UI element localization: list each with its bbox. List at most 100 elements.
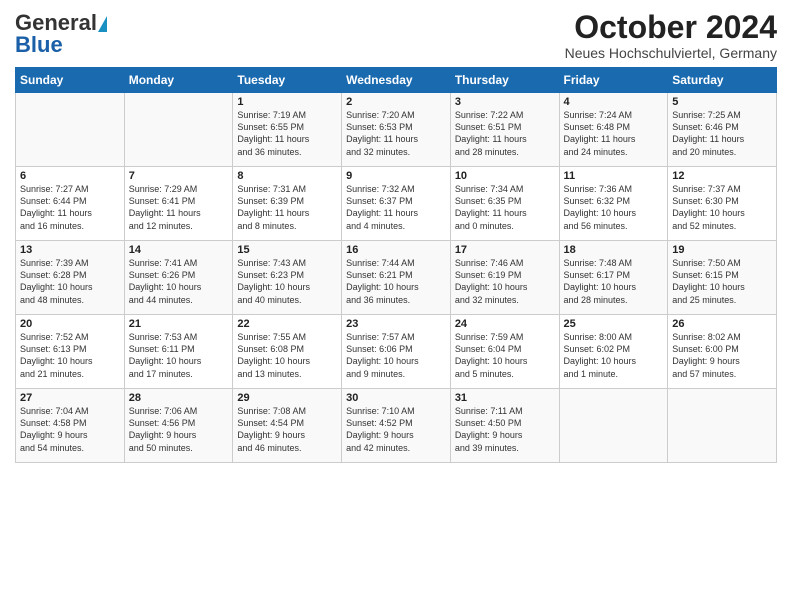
header-cell-sunday: Sunday — [16, 68, 125, 93]
cell-content: Sunrise: 7:08 AM Sunset: 4:54 PM Dayligh… — [237, 405, 337, 454]
week-row-3: 13Sunrise: 7:39 AM Sunset: 6:28 PM Dayli… — [16, 241, 777, 315]
calendar-cell: 31Sunrise: 7:11 AM Sunset: 4:50 PM Dayli… — [450, 389, 559, 463]
calendar-cell: 13Sunrise: 7:39 AM Sunset: 6:28 PM Dayli… — [16, 241, 125, 315]
week-row-4: 20Sunrise: 7:52 AM Sunset: 6:13 PM Dayli… — [16, 315, 777, 389]
day-number: 6 — [20, 170, 120, 182]
cell-content: Sunrise: 7:59 AM Sunset: 6:04 PM Dayligh… — [455, 331, 555, 380]
calendar-cell: 18Sunrise: 7:48 AM Sunset: 6:17 PM Dayli… — [559, 241, 668, 315]
cell-content: Sunrise: 7:04 AM Sunset: 4:58 PM Dayligh… — [20, 405, 120, 454]
day-number: 31 — [455, 392, 555, 404]
day-number: 28 — [129, 392, 229, 404]
calendar-cell: 28Sunrise: 7:06 AM Sunset: 4:56 PM Dayli… — [124, 389, 233, 463]
logo-triangle-icon — [98, 16, 107, 32]
day-number: 4 — [564, 96, 664, 108]
calendar-cell: 22Sunrise: 7:55 AM Sunset: 6:08 PM Dayli… — [233, 315, 342, 389]
cell-content: Sunrise: 7:36 AM Sunset: 6:32 PM Dayligh… — [564, 183, 664, 232]
day-number: 5 — [672, 96, 772, 108]
header-cell-thursday: Thursday — [450, 68, 559, 93]
calendar-cell: 12Sunrise: 7:37 AM Sunset: 6:30 PM Dayli… — [668, 167, 777, 241]
calendar-cell: 4Sunrise: 7:24 AM Sunset: 6:48 PM Daylig… — [559, 93, 668, 167]
week-row-1: 1Sunrise: 7:19 AM Sunset: 6:55 PM Daylig… — [16, 93, 777, 167]
calendar-cell: 5Sunrise: 7:25 AM Sunset: 6:46 PM Daylig… — [668, 93, 777, 167]
calendar-cell: 19Sunrise: 7:50 AM Sunset: 6:15 PM Dayli… — [668, 241, 777, 315]
cell-content: Sunrise: 7:19 AM Sunset: 6:55 PM Dayligh… — [237, 109, 337, 158]
calendar-header: SundayMondayTuesdayWednesdayThursdayFrid… — [16, 68, 777, 93]
week-row-5: 27Sunrise: 7:04 AM Sunset: 4:58 PM Dayli… — [16, 389, 777, 463]
cell-content: Sunrise: 8:00 AM Sunset: 6:02 PM Dayligh… — [564, 331, 664, 380]
cell-content: Sunrise: 7:46 AM Sunset: 6:19 PM Dayligh… — [455, 257, 555, 306]
cell-content: Sunrise: 7:39 AM Sunset: 6:28 PM Dayligh… — [20, 257, 120, 306]
calendar-cell: 3Sunrise: 7:22 AM Sunset: 6:51 PM Daylig… — [450, 93, 559, 167]
day-number: 22 — [237, 318, 337, 330]
day-number: 16 — [346, 244, 446, 256]
header-cell-saturday: Saturday — [668, 68, 777, 93]
header-cell-wednesday: Wednesday — [342, 68, 451, 93]
cell-content: Sunrise: 7:52 AM Sunset: 6:13 PM Dayligh… — [20, 331, 120, 380]
day-number: 1 — [237, 96, 337, 108]
day-number: 11 — [564, 170, 664, 182]
calendar-cell — [16, 93, 125, 167]
day-number: 24 — [455, 318, 555, 330]
cell-content: Sunrise: 7:48 AM Sunset: 6:17 PM Dayligh… — [564, 257, 664, 306]
day-number: 7 — [129, 170, 229, 182]
cell-content: Sunrise: 7:41 AM Sunset: 6:26 PM Dayligh… — [129, 257, 229, 306]
calendar-table: SundayMondayTuesdayWednesdayThursdayFrid… — [15, 67, 777, 463]
cell-content: Sunrise: 7:20 AM Sunset: 6:53 PM Dayligh… — [346, 109, 446, 158]
day-number: 17 — [455, 244, 555, 256]
logo: General Blue — [15, 10, 107, 58]
calendar-cell: 24Sunrise: 7:59 AM Sunset: 6:04 PM Dayli… — [450, 315, 559, 389]
header: General Blue October 2024 Neues Hochschu… — [15, 10, 777, 61]
calendar-cell: 21Sunrise: 7:53 AM Sunset: 6:11 PM Dayli… — [124, 315, 233, 389]
cell-content: Sunrise: 7:43 AM Sunset: 6:23 PM Dayligh… — [237, 257, 337, 306]
cell-content: Sunrise: 7:11 AM Sunset: 4:50 PM Dayligh… — [455, 405, 555, 454]
day-number: 2 — [346, 96, 446, 108]
cell-content: Sunrise: 8:02 AM Sunset: 6:00 PM Dayligh… — [672, 331, 772, 380]
day-number: 27 — [20, 392, 120, 404]
calendar-cell — [668, 389, 777, 463]
calendar-cell: 16Sunrise: 7:44 AM Sunset: 6:21 PM Dayli… — [342, 241, 451, 315]
calendar-cell: 10Sunrise: 7:34 AM Sunset: 6:35 PM Dayli… — [450, 167, 559, 241]
month-title: October 2024 — [565, 10, 777, 45]
header-cell-friday: Friday — [559, 68, 668, 93]
cell-content: Sunrise: 7:31 AM Sunset: 6:39 PM Dayligh… — [237, 183, 337, 232]
calendar-cell: 26Sunrise: 8:02 AM Sunset: 6:00 PM Dayli… — [668, 315, 777, 389]
cell-content: Sunrise: 7:44 AM Sunset: 6:21 PM Dayligh… — [346, 257, 446, 306]
cell-content: Sunrise: 7:50 AM Sunset: 6:15 PM Dayligh… — [672, 257, 772, 306]
calendar-cell: 11Sunrise: 7:36 AM Sunset: 6:32 PM Dayli… — [559, 167, 668, 241]
day-number: 3 — [455, 96, 555, 108]
week-row-2: 6Sunrise: 7:27 AM Sunset: 6:44 PM Daylig… — [16, 167, 777, 241]
calendar-cell: 25Sunrise: 8:00 AM Sunset: 6:02 PM Dayli… — [559, 315, 668, 389]
day-number: 30 — [346, 392, 446, 404]
cell-content: Sunrise: 7:06 AM Sunset: 4:56 PM Dayligh… — [129, 405, 229, 454]
day-number: 18 — [564, 244, 664, 256]
calendar-cell: 7Sunrise: 7:29 AM Sunset: 6:41 PM Daylig… — [124, 167, 233, 241]
calendar-cell: 1Sunrise: 7:19 AM Sunset: 6:55 PM Daylig… — [233, 93, 342, 167]
day-number: 8 — [237, 170, 337, 182]
day-number: 10 — [455, 170, 555, 182]
logo-blue: Blue — [15, 32, 63, 58]
title-block: October 2024 Neues Hochschulviertel, Ger… — [565, 10, 777, 61]
day-number: 15 — [237, 244, 337, 256]
calendar-cell: 23Sunrise: 7:57 AM Sunset: 6:06 PM Dayli… — [342, 315, 451, 389]
calendar-cell: 17Sunrise: 7:46 AM Sunset: 6:19 PM Dayli… — [450, 241, 559, 315]
day-number: 26 — [672, 318, 772, 330]
cell-content: Sunrise: 7:34 AM Sunset: 6:35 PM Dayligh… — [455, 183, 555, 232]
calendar-cell: 8Sunrise: 7:31 AM Sunset: 6:39 PM Daylig… — [233, 167, 342, 241]
calendar-cell: 14Sunrise: 7:41 AM Sunset: 6:26 PM Dayli… — [124, 241, 233, 315]
day-number: 29 — [237, 392, 337, 404]
location: Neues Hochschulviertel, Germany — [565, 45, 777, 61]
day-number: 21 — [129, 318, 229, 330]
cell-content: Sunrise: 7:29 AM Sunset: 6:41 PM Dayligh… — [129, 183, 229, 232]
calendar-cell: 20Sunrise: 7:52 AM Sunset: 6:13 PM Dayli… — [16, 315, 125, 389]
cell-content: Sunrise: 7:55 AM Sunset: 6:08 PM Dayligh… — [237, 331, 337, 380]
calendar-cell — [559, 389, 668, 463]
calendar-cell: 15Sunrise: 7:43 AM Sunset: 6:23 PM Dayli… — [233, 241, 342, 315]
day-number: 20 — [20, 318, 120, 330]
cell-content: Sunrise: 7:22 AM Sunset: 6:51 PM Dayligh… — [455, 109, 555, 158]
day-number: 14 — [129, 244, 229, 256]
calendar-cell: 6Sunrise: 7:27 AM Sunset: 6:44 PM Daylig… — [16, 167, 125, 241]
cell-content: Sunrise: 7:53 AM Sunset: 6:11 PM Dayligh… — [129, 331, 229, 380]
cell-content: Sunrise: 7:25 AM Sunset: 6:46 PM Dayligh… — [672, 109, 772, 158]
header-cell-monday: Monday — [124, 68, 233, 93]
day-number: 25 — [564, 318, 664, 330]
